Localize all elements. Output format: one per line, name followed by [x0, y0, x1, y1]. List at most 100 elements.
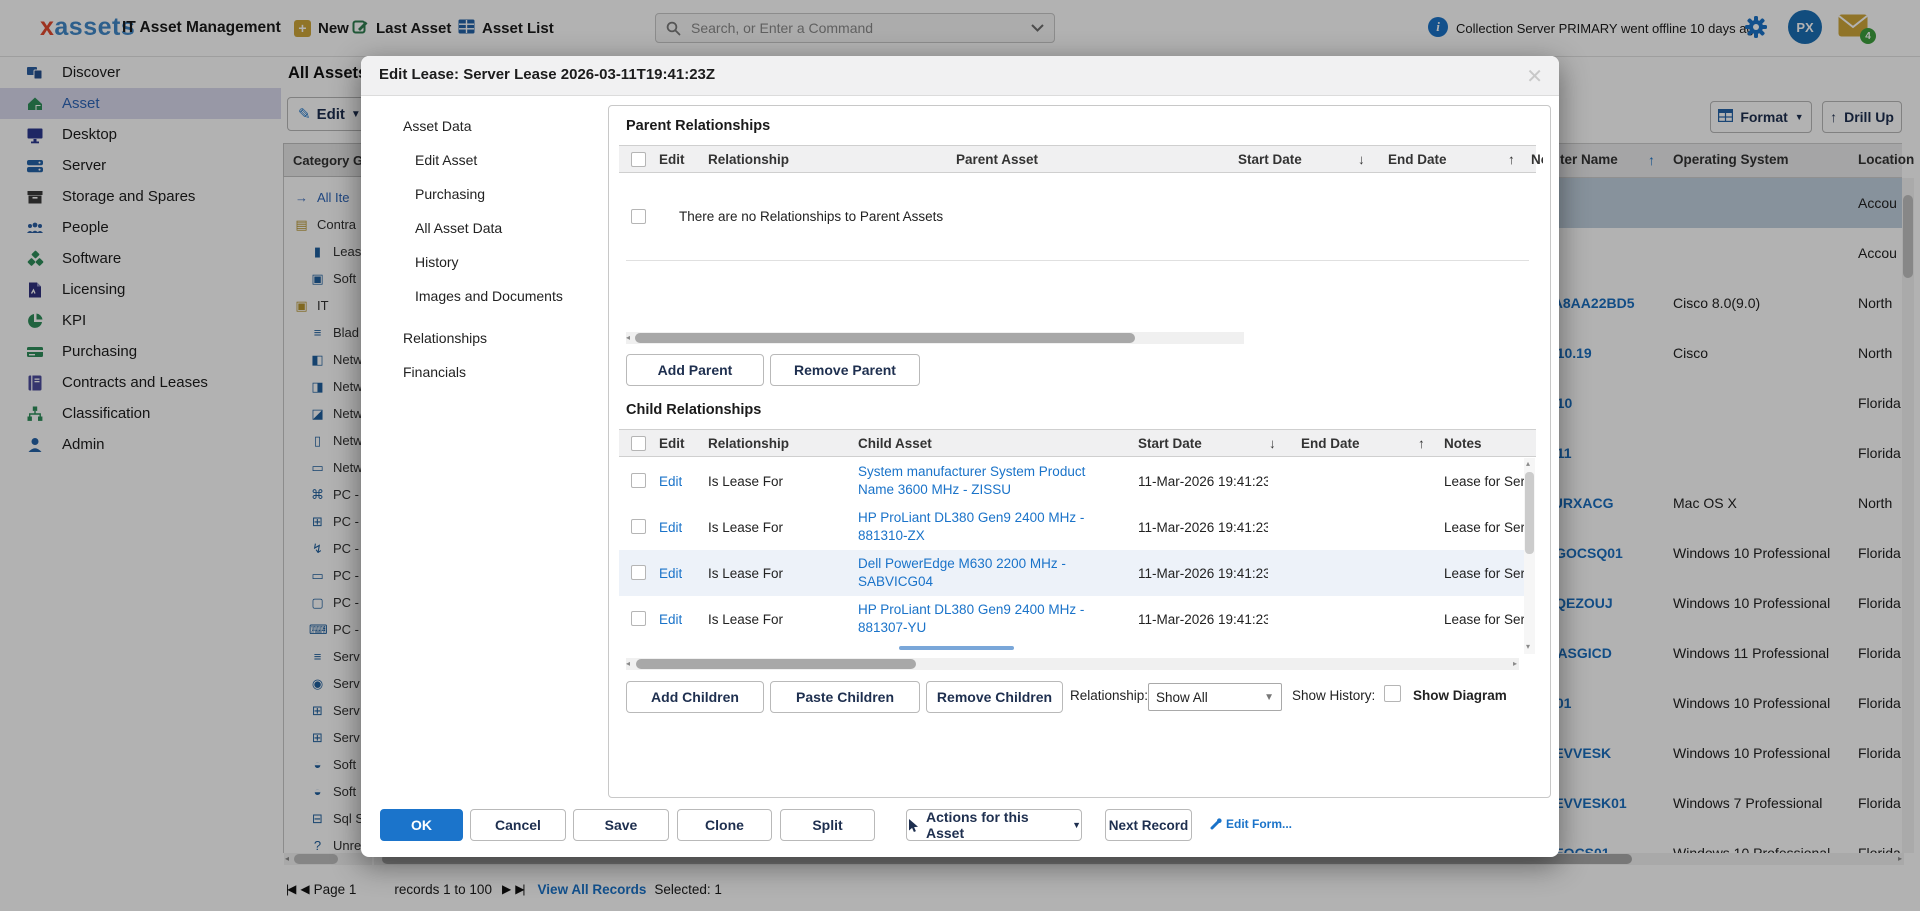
- column-header-location[interactable]: Location: [1858, 152, 1914, 167]
- tree-item[interactable]: ◉Serv: [283, 670, 361, 697]
- tree-item[interactable]: ◒Soft: [283, 751, 361, 778]
- tree-item[interactable]: ?Unre: [283, 832, 361, 853]
- tree-item[interactable]: ↯PC -: [283, 535, 361, 562]
- tree-item[interactable]: →All Ite: [283, 184, 361, 211]
- dialog-nav-images-and-documents[interactable]: Images and Documents: [415, 288, 563, 304]
- clone-button[interactable]: Clone: [677, 809, 772, 841]
- dialog-nav-history[interactable]: History: [415, 254, 459, 270]
- paste-children-button[interactable]: Paste Children: [770, 681, 920, 713]
- dialog-nav-financials[interactable]: Financials: [403, 364, 466, 380]
- sidebar-item-admin[interactable]: Admin: [0, 429, 281, 460]
- column-header-edit[interactable]: Edit: [659, 436, 685, 451]
- column-header-parent-asset[interactable]: Parent Asset: [956, 152, 1038, 167]
- tree-item[interactable]: ⊞PC -: [283, 508, 361, 535]
- column-header-computer-name[interactable]: ter Name: [1560, 152, 1618, 167]
- sidebar-item-discover[interactable]: Discover: [0, 57, 281, 88]
- child-asset-link[interactable]: Dell PowerEdge M630 2200 MHz - SABVICG04: [858, 550, 1106, 596]
- computer-name-link[interactable]: 1.10: [1545, 378, 1675, 428]
- computer-name-link[interactable]: 0A8AA22BD5: [1545, 278, 1675, 328]
- computer-name-link[interactable]: 3.10.19: [1545, 328, 1675, 378]
- column-header-operating-system[interactable]: Operating System: [1673, 152, 1789, 167]
- tree-item[interactable]: ▣Soft: [283, 265, 361, 292]
- add-children-button[interactable]: Add Children: [626, 681, 764, 713]
- view-all-records-link[interactable]: View All Records: [538, 882, 647, 897]
- select-all-checkbox[interactable]: [631, 152, 646, 167]
- sort-asc-icon[interactable]: ↑: [1648, 152, 1655, 168]
- dialog-nav-asset-data[interactable]: Asset Data: [403, 118, 471, 134]
- computer-name-link[interactable]: YEVVESK: [1545, 728, 1675, 778]
- computer-name-link[interactable]: YEVVESK01: [1545, 778, 1675, 828]
- drill-up-button[interactable]: ↑ Drill Up: [1822, 101, 1902, 133]
- next-record-button[interactable]: Next Record: [1105, 809, 1192, 841]
- parent-horizontal-scrollbar[interactable]: ◂: [626, 332, 1244, 344]
- xassets-logo[interactable]: xassets: [40, 13, 135, 42]
- column-header-relationship[interactable]: Relationship: [708, 436, 789, 451]
- tree-item[interactable]: ◨Netw: [283, 373, 361, 400]
- asset-list-button[interactable]: Asset List: [458, 14, 554, 42]
- tree-item[interactable]: ⊞Serv: [283, 724, 361, 751]
- tree-item[interactable]: ⌘PC -: [283, 481, 361, 508]
- row-checkbox[interactable]: [631, 473, 646, 488]
- sidebar-item-people[interactable]: People: [0, 212, 281, 243]
- edit-link[interactable]: Edit: [659, 504, 682, 550]
- tree-item[interactable]: ⊞Serv: [283, 697, 361, 724]
- tree-horizontal-scrollbar[interactable]: ◂: [284, 853, 372, 865]
- tree-item[interactable]: ≡Serv: [283, 643, 361, 670]
- cancel-button[interactable]: Cancel: [470, 809, 566, 841]
- tree-item[interactable]: ▭PC -: [283, 562, 361, 589]
- computer-name-link[interactable]: Q01: [1545, 678, 1675, 728]
- remove-children-button[interactable]: Remove Children: [926, 681, 1063, 713]
- new-button[interactable]: + New: [294, 14, 349, 42]
- sort-asc-icon[interactable]: ↑: [1418, 436, 1425, 451]
- sidebar-item-contracts-and-leases[interactable]: Contracts and Leases: [0, 367, 281, 398]
- column-header-relationship[interactable]: Relationship: [708, 152, 789, 167]
- computer-name-link[interactable]: 1.11: [1545, 428, 1675, 478]
- first-page-icon[interactable]: |◀: [286, 882, 294, 896]
- tree-item[interactable]: ▯Netw: [283, 427, 361, 454]
- row-checkbox[interactable]: [631, 565, 646, 580]
- sidebar-item-software[interactable]: Software: [0, 243, 281, 274]
- search-input[interactable]: [689, 19, 1031, 37]
- sidebar-item-asset[interactable]: Asset: [0, 88, 281, 119]
- dialog-nav-purchasing[interactable]: Purchasing: [415, 186, 485, 202]
- split-button[interactable]: Split: [780, 809, 875, 841]
- edit-form-link[interactable]: Edit Form...: [1210, 817, 1292, 831]
- dialog-nav-edit-asset[interactable]: Edit Asset: [415, 152, 477, 168]
- tree-item[interactable]: ◪Netw: [283, 400, 361, 427]
- relationship-filter-select[interactable]: Show All ▼: [1148, 683, 1282, 711]
- tree-item[interactable]: ▣IT: [283, 292, 361, 319]
- sidebar-item-classification[interactable]: Classification: [0, 398, 281, 429]
- previous-page-icon[interactable]: ◀: [300, 882, 307, 896]
- column-header-start-date[interactable]: Start Date: [1138, 436, 1202, 451]
- show-history-checkbox[interactable]: [1384, 685, 1401, 702]
- add-parent-button[interactable]: Add Parent: [626, 354, 764, 386]
- table-vertical-scrollbar[interactable]: [1902, 178, 1914, 853]
- child-relationship-row[interactable]: Edit Is Lease For Dell PowerEdge M630 22…: [619, 550, 1524, 596]
- computer-name-link[interactable]: AQEZOUJ: [1545, 578, 1675, 628]
- edit-link[interactable]: Edit: [659, 458, 682, 504]
- remove-parent-button[interactable]: Remove Parent: [770, 354, 920, 386]
- dialog-title-bar[interactable]: Edit Lease: Server Lease 2026-03-11T19:4…: [361, 56, 1559, 96]
- sidebar-item-storage-and-spares[interactable]: Storage and Spares: [0, 181, 281, 212]
- dialog-nav-all-asset-data[interactable]: All Asset Data: [415, 220, 502, 236]
- row-checkbox[interactable]: [631, 519, 646, 534]
- tree-item[interactable]: ≡Blad: [283, 319, 361, 346]
- column-header-notes[interactable]: Notes: [1531, 152, 1543, 167]
- next-page-icon[interactable]: ▶: [502, 882, 509, 896]
- column-header-child-asset[interactable]: Child Asset: [858, 436, 932, 451]
- column-header-edit[interactable]: Edit: [659, 152, 685, 167]
- sidebar-item-kpi[interactable]: KPI: [0, 305, 281, 336]
- sidebar-item-licensing[interactable]: Licensing: [0, 274, 281, 305]
- sort-desc-icon[interactable]: ↓: [1358, 152, 1365, 167]
- format-button[interactable]: Format ▼: [1710, 101, 1812, 133]
- child-horizontal-scrollbar[interactable]: ◂▸: [626, 658, 1519, 670]
- tree-item[interactable]: ⊟Sql S: [283, 805, 361, 832]
- child-relationship-row[interactable]: Edit Is Lease For HP ProLiant DL380 Gen9…: [619, 596, 1524, 642]
- tree-item[interactable]: ▤Contra: [283, 211, 361, 238]
- avatar[interactable]: PX: [1788, 10, 1822, 44]
- sort-desc-icon[interactable]: ↓: [1269, 436, 1276, 451]
- child-relationship-row[interactable]: Edit Is Lease For System manufacturer Sy…: [619, 458, 1524, 504]
- command-search[interactable]: [655, 13, 1055, 43]
- sidebar-item-server[interactable]: Server: [0, 150, 281, 181]
- computer-name-link[interactable]: WASGICD: [1545, 628, 1675, 678]
